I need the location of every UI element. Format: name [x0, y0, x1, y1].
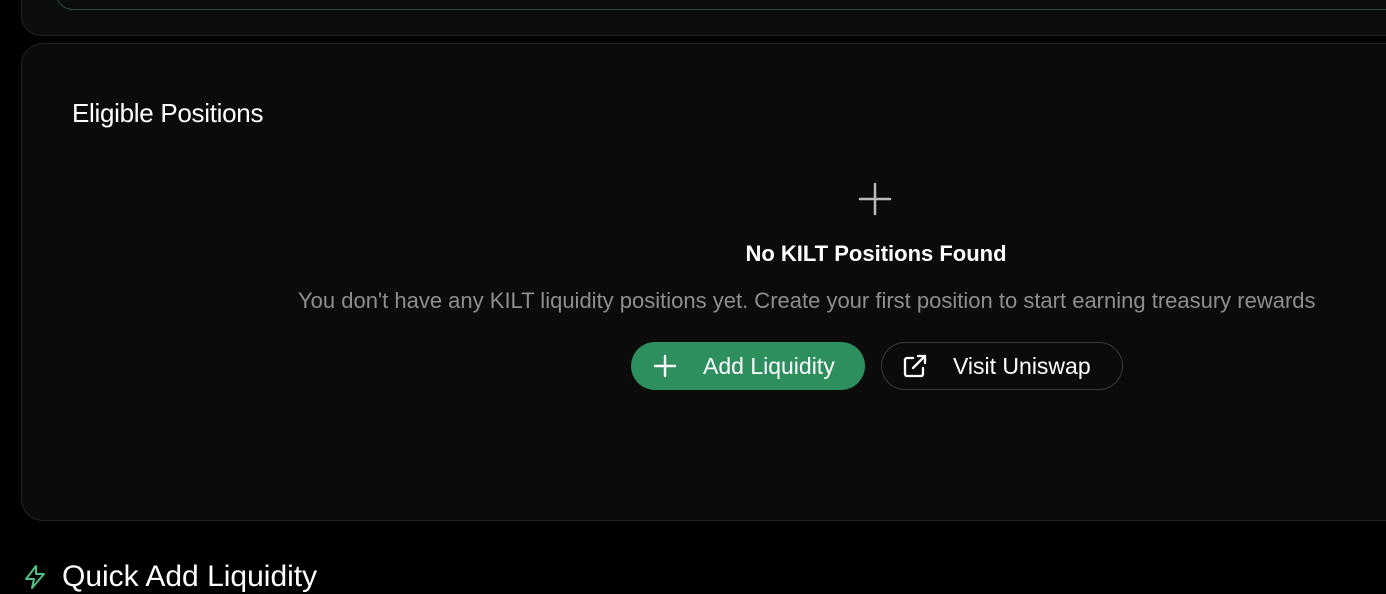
- eligible-positions-title: Eligible Positions: [72, 98, 264, 128]
- eligible-positions-card: Eligible Positions No KILT Positions Fou…: [21, 43, 1386, 521]
- empty-state-title: No KILT Positions Found: [745, 241, 1007, 266]
- previous-card-inner-panel: [55, 0, 1386, 10]
- plus-icon: [653, 354, 677, 378]
- empty-state-message: You don't have any KILT liquidity positi…: [298, 288, 1316, 313]
- add-liquidity-label: Add Liquidity: [703, 352, 835, 379]
- add-liquidity-button[interactable]: Add Liquidity: [631, 342, 865, 390]
- plus-icon: [858, 182, 892, 216]
- visit-uniswap-label: Visit Uniswap: [953, 352, 1091, 379]
- visit-uniswap-button[interactable]: Visit Uniswap: [881, 342, 1123, 390]
- external-link-icon: [903, 354, 927, 378]
- lightning-icon: [25, 565, 45, 589]
- quick-add-liquidity-title: Quick Add Liquidity: [62, 560, 318, 593]
- quick-add-liquidity-heading: Quick Add Liquidity: [22, 560, 317, 594]
